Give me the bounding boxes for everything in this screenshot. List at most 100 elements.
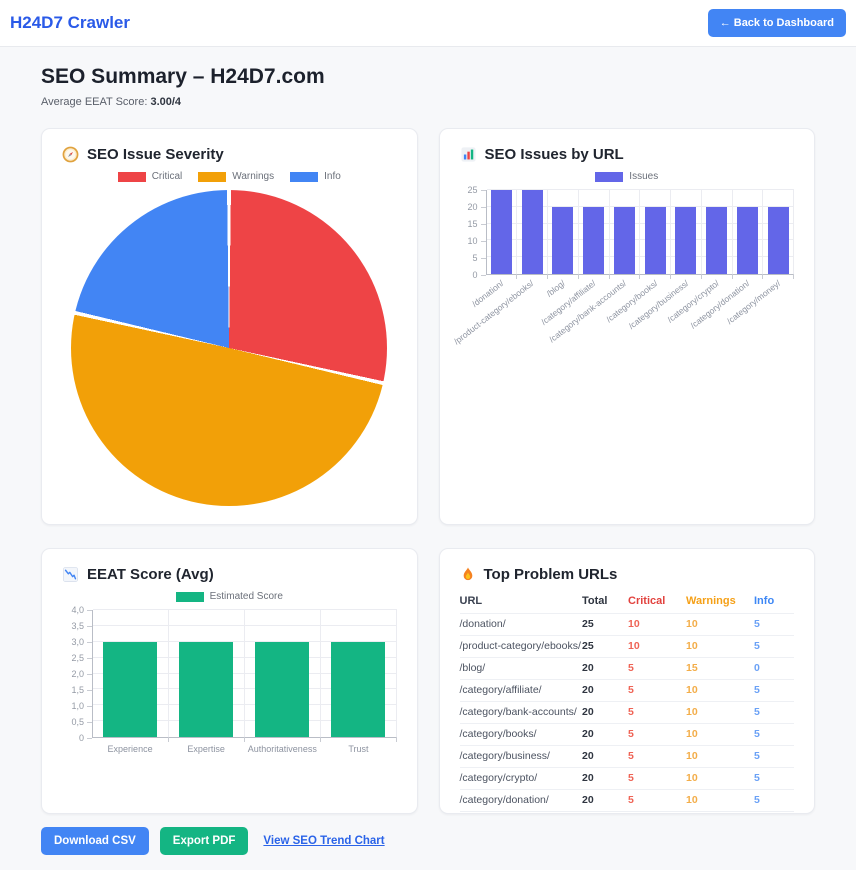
cell-warnings: 10 — [686, 768, 754, 790]
cell-total: 20 — [582, 768, 628, 790]
back-to-dashboard-button[interactable]: ← Back to Dashboard — [708, 9, 846, 37]
issues-bar[interactable] — [768, 207, 789, 274]
severity-pie-chart[interactable] — [71, 190, 387, 506]
cell-info: 5 — [754, 812, 794, 815]
issues-bar[interactable] — [491, 190, 512, 274]
cell-total: 20 — [582, 812, 628, 815]
issues-bar-chart[interactable]: 0510152025 /donation//product-category/e… — [460, 190, 795, 355]
bar-slot — [671, 190, 702, 274]
app-header: H24D7 Crawler ← Back to Dashboard — [0, 0, 856, 47]
x-tick-label: Authoritativeness — [244, 738, 320, 760]
bar-slot — [169, 610, 245, 737]
card-eeat-score: EEAT Score (Avg) Estimated Score 00,51,0… — [41, 548, 418, 814]
eeat-bar-chart[interactable]: 00,51,01,52,02,53,03,54,0 ExperienceExpe… — [62, 610, 397, 760]
legend-item-estimated-score[interactable]: Estimated Score — [176, 591, 283, 602]
cell-total: 20 — [582, 658, 628, 680]
cell-info: 5 — [754, 746, 794, 768]
cell-total: 20 — [582, 724, 628, 746]
cell-warnings: 10 — [686, 680, 754, 702]
cell-url: /donation/ — [460, 614, 583, 636]
download-csv-button[interactable]: Download CSV — [41, 827, 149, 855]
card-top-problem-urls: Top Problem URLs URLTotalCriticalWarning… — [439, 548, 816, 814]
issues-bar[interactable] — [614, 207, 635, 274]
bar-slot — [702, 190, 733, 274]
page-footer: Download CSV Export PDF View SEO Trend C… — [41, 827, 815, 855]
top-problem-urls-table: URLTotalCriticalWarningsInfo /donation/2… — [460, 591, 795, 814]
column-header-critical: Critical — [628, 591, 686, 614]
cell-critical: 5 — [628, 812, 686, 815]
y-tick-label: 10 — [467, 236, 485, 246]
bar-slot — [548, 190, 579, 274]
cell-warnings: 10 — [686, 614, 754, 636]
table-row: /category/books/205105 — [460, 724, 795, 746]
brand-title: H24D7 Crawler — [10, 13, 130, 33]
legend-item-critical[interactable]: Critical — [118, 171, 183, 182]
y-tick-label: 3,0 — [71, 637, 92, 647]
table-row: /category/money/205105 — [460, 812, 795, 815]
card-title-issues-by-url: SEO Issues by URL — [460, 146, 795, 163]
eeat-score-bar[interactable] — [179, 642, 233, 737]
cell-warnings: 10 — [686, 724, 754, 746]
legend-swatch — [595, 172, 623, 182]
bar-slot — [733, 190, 764, 274]
y-tick-label: 4,0 — [71, 605, 92, 615]
column-header-total: Total — [582, 591, 628, 614]
issues-bar[interactable] — [737, 207, 758, 274]
cell-url: /category/business/ — [460, 746, 583, 768]
table-row: /blog/205150 — [460, 658, 795, 680]
y-tick-label: 0,5 — [71, 717, 92, 727]
bar-slot — [763, 190, 794, 274]
cell-info: 5 — [754, 768, 794, 790]
y-tick-label: 20 — [467, 202, 485, 212]
table-row: /product-category/ebooks/2510105 — [460, 636, 795, 658]
bar-chart-icon — [460, 146, 477, 163]
cell-critical: 10 — [628, 614, 686, 636]
page-title: SEO Summary – H24D7.com — [41, 65, 815, 89]
eeat-legend: Estimated Score — [62, 591, 397, 602]
cell-critical: 5 — [628, 724, 686, 746]
x-tick-label: Trust — [320, 738, 396, 760]
export-pdf-button[interactable]: Export PDF — [160, 827, 249, 855]
cell-url: /product-category/ebooks/ — [460, 636, 583, 658]
issues-bar[interactable] — [645, 207, 666, 274]
eeat-score-bar[interactable] — [331, 642, 385, 737]
cell-critical: 5 — [628, 658, 686, 680]
card-seo-issues-by-url: SEO Issues by URL Issues 0510152025 /don… — [439, 128, 816, 525]
bar-slot — [610, 190, 641, 274]
legend-item-issues[interactable]: Issues — [595, 171, 658, 182]
bar-slot — [245, 610, 321, 737]
cell-warnings: 10 — [686, 746, 754, 768]
cell-critical: 5 — [628, 746, 686, 768]
view-seo-trend-chart-link[interactable]: View SEO Trend Chart — [263, 835, 384, 847]
legend-item-warnings[interactable]: Warnings — [198, 171, 274, 182]
cell-url: /category/books/ — [460, 724, 583, 746]
cell-warnings: 10 — [686, 702, 754, 724]
table-row: /category/business/205105 — [460, 746, 795, 768]
card-seo-issue-severity: SEO Issue Severity CriticalWarningsInfo — [41, 128, 418, 525]
legend-item-info[interactable]: Info — [290, 171, 341, 182]
y-tick-label: 5 — [472, 253, 485, 263]
table-row: /category/bank-accounts/205105 — [460, 702, 795, 724]
issues-bar[interactable] — [706, 207, 727, 274]
eeat-score-bar[interactable] — [255, 642, 309, 737]
issues-bar[interactable] — [675, 207, 696, 274]
issues-bar[interactable] — [522, 190, 543, 274]
issues-bar[interactable] — [583, 207, 604, 274]
cell-url: /blog/ — [460, 658, 583, 680]
eeat-score-bar[interactable] — [103, 642, 157, 737]
cell-total: 25 — [582, 636, 628, 658]
cell-warnings: 15 — [686, 658, 754, 680]
cell-warnings: 10 — [686, 636, 754, 658]
cell-url: /category/bank-accounts/ — [460, 702, 583, 724]
legend-swatch — [290, 172, 318, 182]
x-tick-label: /category/money/ — [725, 278, 783, 326]
bar-slot — [640, 190, 671, 274]
chart-decreasing-icon — [62, 566, 79, 583]
y-tick-label: 1,0 — [71, 701, 92, 711]
issues-bar[interactable] — [552, 207, 573, 274]
cell-warnings: 10 — [686, 790, 754, 812]
issues-plot-area — [486, 190, 795, 275]
table-row: /category/affiliate/205105 — [460, 680, 795, 702]
legend-label: Warnings — [232, 171, 274, 182]
y-tick-label: 2,5 — [71, 653, 92, 663]
